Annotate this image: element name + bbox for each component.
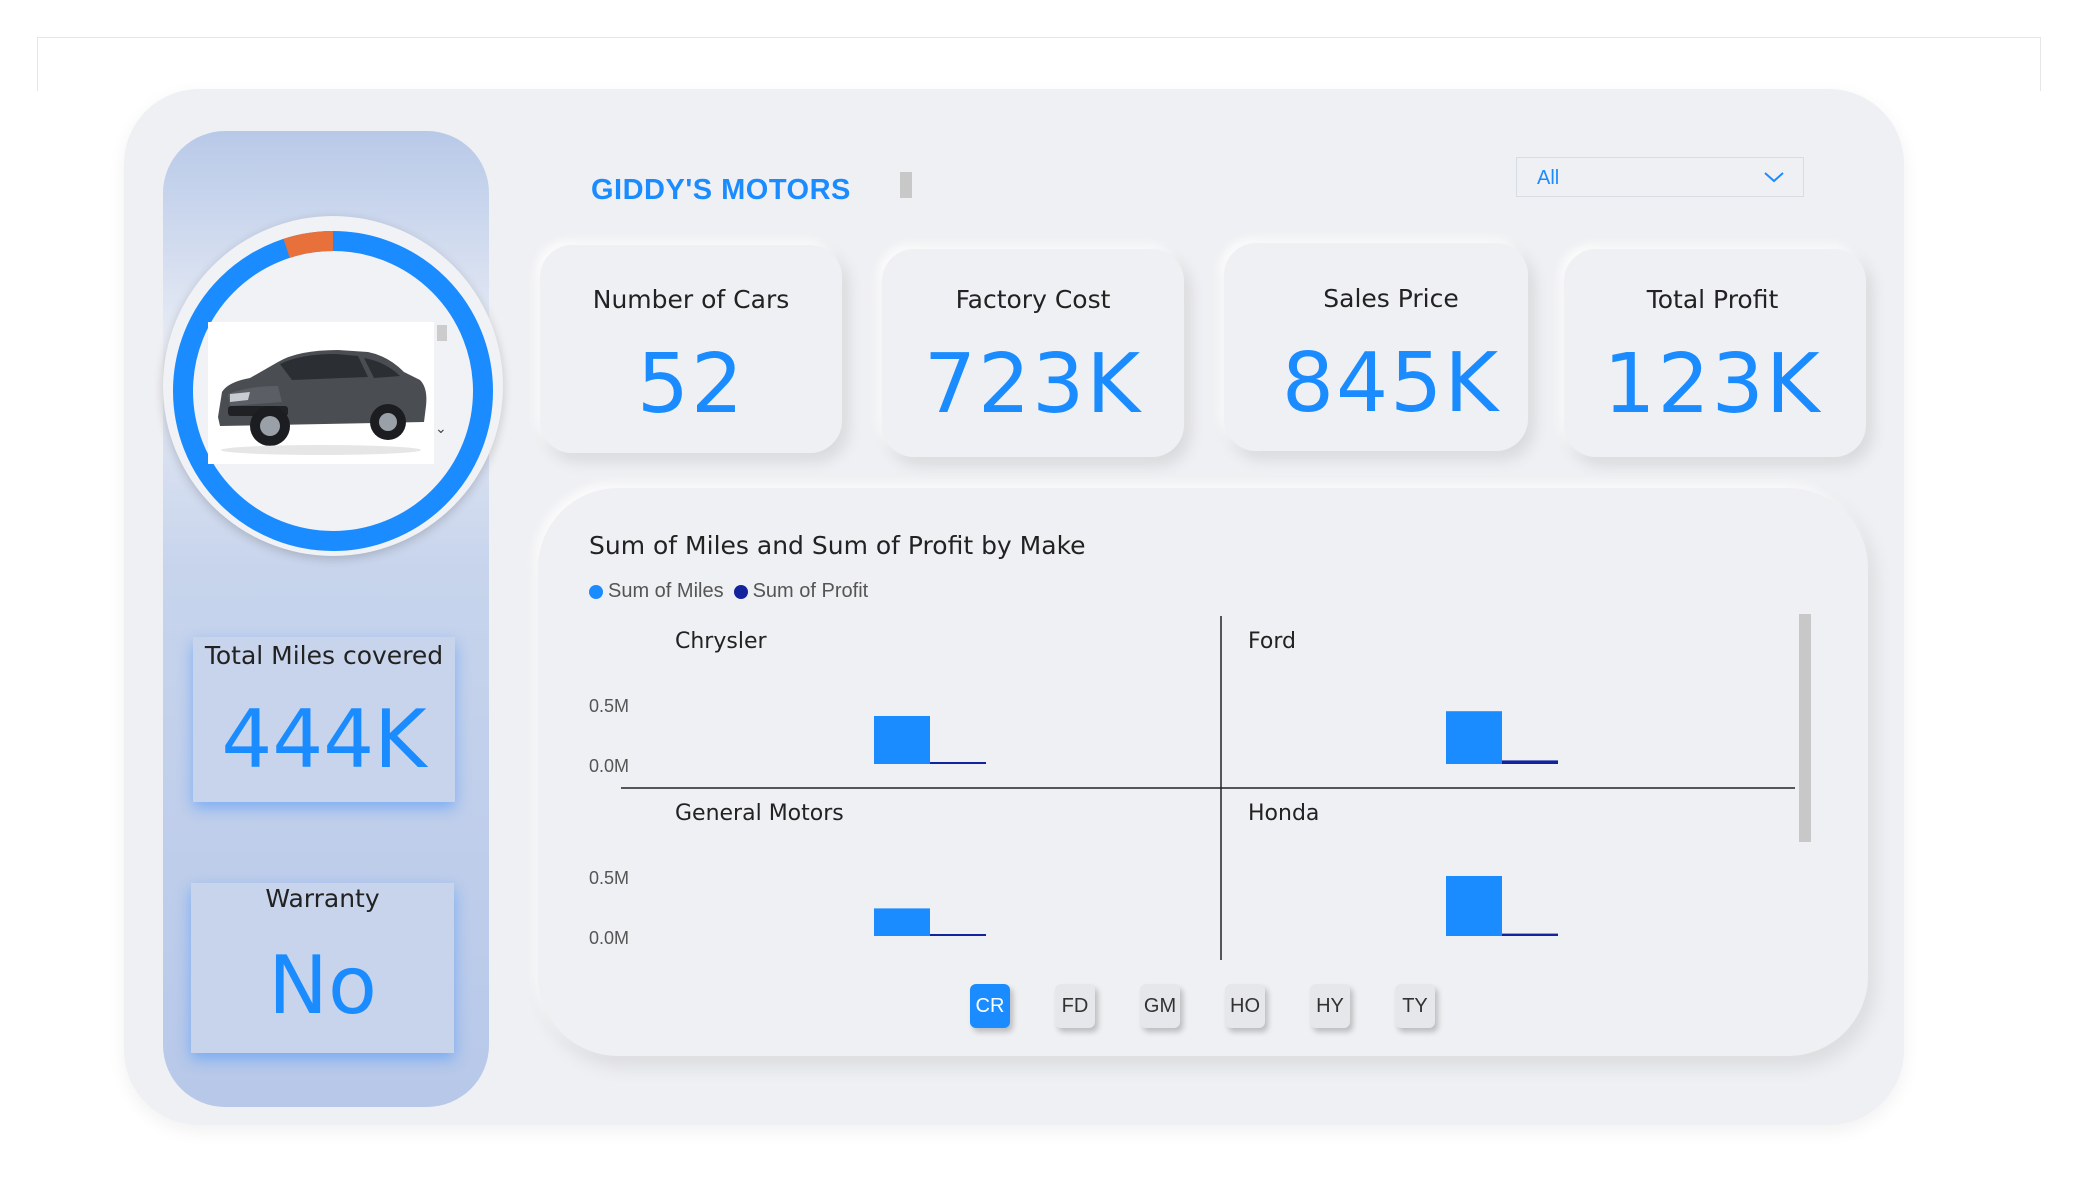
warranty-card: Warranty No: [191, 883, 454, 1053]
make-button-hy[interactable]: HY: [1310, 984, 1350, 1028]
slicer-scrollbar[interactable]: [437, 325, 447, 341]
warranty-title: Warranty: [265, 884, 380, 913]
kpi-card-number-of-cars: Number of Cars 52: [540, 245, 842, 453]
kpi-value: 52: [636, 337, 746, 432]
legend-item-miles[interactable]: Sum of Miles: [589, 580, 724, 603]
chart-legend: Sum of Miles Sum of Profit: [589, 580, 878, 603]
legend-label: Sum of Miles: [608, 580, 724, 602]
brand-divider: [900, 172, 912, 198]
y-tick-label: 0.5M: [589, 696, 629, 716]
bar-profit-honda[interactable]: [1502, 933, 1558, 936]
warranty-value: No: [268, 939, 377, 1032]
y-tick-label: 0.0M: [589, 928, 629, 948]
kpi-card-total-profit: Total Profit 123K: [1564, 249, 1866, 457]
bar-miles-general-motors[interactable]: [874, 908, 930, 936]
make-button-gm[interactable]: GM: [1140, 984, 1180, 1028]
bar-miles-honda[interactable]: [1446, 876, 1502, 936]
kpi-value: 723K: [923, 337, 1143, 432]
frame-border: [2040, 37, 2041, 91]
bar-miles-ford[interactable]: [1446, 711, 1502, 764]
legend-dot-icon: [733, 584, 748, 599]
bar-profit-chrysler[interactable]: [930, 762, 986, 764]
make-button-fd[interactable]: FD: [1055, 984, 1095, 1028]
filter-dropdown[interactable]: All: [1516, 157, 1804, 197]
total-miles-value: 444K: [221, 693, 427, 786]
legend-label: Sum of Profit: [752, 580, 869, 602]
panel-title-chrysler: Chrysler: [675, 629, 767, 654]
kpi-title: Total Profit: [1646, 285, 1779, 314]
kpi-title: Number of Cars: [592, 285, 790, 314]
chart-scrollbar[interactable]: [1799, 614, 1811, 842]
bar-profit-ford[interactable]: [1502, 760, 1558, 764]
panel-title-honda: Honda: [1248, 801, 1319, 826]
car-image: [208, 322, 434, 464]
bar-profit-general-motors[interactable]: [930, 934, 986, 936]
frame-border: [37, 37, 38, 91]
legend-dot-icon: [589, 584, 603, 599]
kpi-value: 123K: [1603, 337, 1822, 432]
make-button-cr[interactable]: CR: [970, 984, 1010, 1028]
kpi-value: 845K: [1281, 336, 1501, 431]
y-tick-label: 0.0M: [589, 756, 629, 776]
kpi-title: Factory Cost: [955, 285, 1111, 314]
total-miles-card: Total Miles covered 444K: [193, 637, 455, 802]
make-button-ty[interactable]: TY: [1395, 984, 1435, 1028]
brand-title: GIDDY'S MOTORS: [591, 174, 851, 206]
make-button-ho[interactable]: HO: [1225, 984, 1265, 1028]
chevron-down-icon[interactable]: [1763, 170, 1785, 184]
small-multiples-chart: Chrysler Ford General Motors Honda 0.5M …: [589, 616, 1795, 960]
bar-miles-chrysler[interactable]: [874, 716, 930, 764]
chart-title: Sum of Miles and Sum of Profit by Make: [589, 531, 1086, 560]
y-tick-label: 0.5M: [589, 868, 629, 888]
chevron-down-icon[interactable]: ⌄: [435, 421, 447, 437]
kpi-title: Sales Price: [1323, 284, 1459, 313]
total-miles-title: Total Miles covered: [204, 641, 444, 670]
legend-item-profit[interactable]: Sum of Profit: [733, 580, 869, 603]
kpi-card-sales-price: Sales Price 845K: [1224, 243, 1528, 451]
panel-title-general-motors: General Motors: [675, 801, 844, 826]
kpi-card-factory-cost: Factory Cost 723K: [882, 249, 1184, 457]
panel-title-ford: Ford: [1248, 629, 1296, 654]
filter-dropdown-value: All: [1537, 167, 1560, 189]
frame-border: [37, 37, 2040, 38]
